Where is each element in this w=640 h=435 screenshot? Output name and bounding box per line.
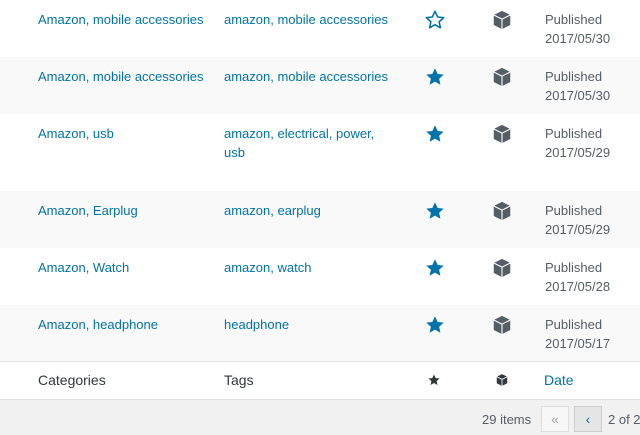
row-categories-link[interactable]: Amazon, headphone bbox=[38, 315, 158, 334]
row-status: Published bbox=[545, 317, 603, 332]
row-categories-link[interactable]: Amazon, mobile accessories bbox=[38, 10, 203, 29]
star-filled-icon[interactable] bbox=[424, 123, 446, 145]
row-date: Published 2017/05/30 bbox=[545, 10, 610, 48]
row-status: Published bbox=[545, 126, 603, 141]
row-date-value: 2017/05/29 bbox=[545, 145, 611, 160]
product-box-icon bbox=[491, 200, 513, 222]
prev-page-button[interactable]: ‹ bbox=[574, 406, 602, 432]
row-tags-link[interactable]: amazon, earplug bbox=[224, 201, 399, 220]
type-column-icon bbox=[495, 373, 509, 390]
row-status: Published bbox=[545, 260, 603, 275]
row-tags-link[interactable]: amazon, mobile accessories bbox=[224, 67, 399, 86]
table-row: Amazon, usb amazon, electrical, power, u… bbox=[0, 114, 640, 191]
row-date: Published 2017/05/29 bbox=[545, 124, 610, 162]
star-filled-icon[interactable] bbox=[424, 66, 446, 88]
row-date-value: 2017/05/30 bbox=[545, 88, 611, 103]
footer-tags-label: Tags bbox=[224, 372, 254, 388]
table-row: Amazon, Earplug amazon, earplug Publishe… bbox=[0, 191, 640, 248]
row-tags-link[interactable]: amazon, electrical, power, usb bbox=[224, 124, 384, 162]
row-status: Published bbox=[545, 12, 603, 27]
table-row: Amazon, headphone headphone Published 201… bbox=[0, 305, 640, 361]
row-date: Published 2017/05/29 bbox=[545, 201, 610, 239]
product-box-icon bbox=[491, 66, 513, 88]
row-categories-link[interactable]: Amazon, Watch bbox=[38, 258, 129, 277]
page-indicator: 2 of 2 bbox=[608, 412, 640, 427]
featured-column-icon bbox=[427, 373, 441, 390]
product-box-icon bbox=[491, 314, 513, 336]
footer-categories-label: Categories bbox=[38, 372, 106, 388]
product-box-icon bbox=[491, 123, 513, 145]
row-date: Published 2017/05/17 bbox=[545, 315, 610, 353]
table-row: Amazon, Watch amazon, watch Published 201… bbox=[0, 248, 640, 305]
items-count: 29 items bbox=[482, 412, 532, 427]
table-row: Amazon, mobile accessories amazon, mobil… bbox=[0, 57, 640, 114]
product-box-icon bbox=[491, 9, 513, 31]
footer-date-sort-link[interactable]: Date bbox=[544, 372, 574, 388]
row-date: Published 2017/05/30 bbox=[545, 67, 610, 105]
products-table: Amazon, mobile accessories amazon, mobil… bbox=[0, 0, 640, 361]
pagination: 29 items « ‹ 2 of 2 bbox=[0, 399, 640, 435]
row-date-value: 2017/05/29 bbox=[545, 222, 611, 237]
row-date-value: 2017/05/30 bbox=[545, 31, 611, 46]
star-filled-icon[interactable] bbox=[424, 200, 446, 222]
star-filled-icon[interactable] bbox=[424, 257, 446, 279]
row-date-value: 2017/05/17 bbox=[545, 336, 611, 351]
row-tags-link[interactable]: amazon, mobile accessories bbox=[224, 10, 399, 29]
first-page-button[interactable]: « bbox=[541, 406, 569, 432]
table-footer: Categories Tags Date bbox=[0, 361, 640, 400]
row-date-value: 2017/05/28 bbox=[545, 279, 611, 294]
product-box-icon bbox=[491, 257, 513, 279]
star-outline-icon[interactable] bbox=[424, 9, 446, 31]
row-categories-link[interactable]: Amazon, Earplug bbox=[38, 201, 138, 220]
row-tags-link[interactable]: amazon, watch bbox=[224, 258, 399, 277]
row-status: Published bbox=[545, 203, 603, 218]
row-status: Published bbox=[545, 69, 603, 84]
row-categories-link[interactable]: Amazon, mobile accessories bbox=[38, 67, 203, 86]
table-row: Amazon, mobile accessories amazon, mobil… bbox=[0, 0, 640, 57]
row-categories-link[interactable]: Amazon, usb bbox=[38, 124, 114, 143]
row-date: Published 2017/05/28 bbox=[545, 258, 610, 296]
row-tags-link[interactable]: headphone bbox=[224, 315, 399, 334]
star-filled-icon[interactable] bbox=[424, 314, 446, 336]
